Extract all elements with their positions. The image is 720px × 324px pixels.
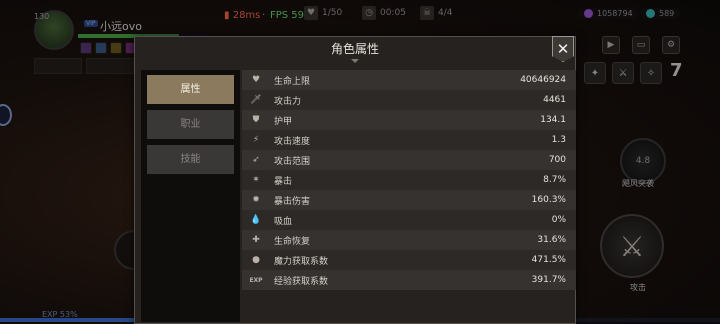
stat-name: 暴击 [274, 176, 293, 187]
range-icon: ➶ [252, 155, 260, 165]
stat-value: 134.1 [540, 115, 566, 125]
tab-skills[interactable]: 技能 [147, 145, 234, 174]
crit-damage-icon: ✹ [252, 195, 260, 205]
stat-name: 攻击力 [274, 96, 302, 107]
regen-icon: ✚ [252, 235, 260, 245]
stat-row: EXP 经验获取系数 391.7% [242, 270, 576, 290]
stat-row: ✚ 生命恢复 31.6% [242, 230, 576, 250]
magic-orb-icon: ● [252, 255, 260, 265]
shield-icon: ⛊ [252, 115, 260, 125]
dialog-title: 角色属性 [330, 42, 379, 56]
stat-row: ♥ 生命上限 40646924 [242, 70, 576, 90]
stat-value: 160.3% [531, 195, 566, 205]
close-icon: ✕ [556, 40, 570, 58]
stats-list[interactable]: ♥ 生命上限 40646924 🗡 攻击力 4461 ⛊ 护甲 134.1 ⚡ 攻击速度 1.3 ➶ 攻击… [242, 70, 576, 324]
stat-row: ✹ 暴击伤害 160.3% [242, 190, 576, 210]
tab-list: 属性 职业 技能 [141, 70, 240, 322]
title-ornament [351, 59, 359, 63]
stat-row: ⛊ 护甲 134.1 [242, 110, 576, 130]
stat-name: 暴击伤害 [274, 196, 311, 207]
stat-row: 🗡 攻击力 4461 [242, 90, 576, 110]
exp-icon: EXP [249, 276, 263, 284]
stat-value: 40646924 [520, 75, 566, 85]
tab-attributes[interactable]: 属性 [147, 75, 234, 104]
sword-icon: 🗡 [250, 95, 262, 105]
stat-row: ⚡ 攻击速度 1.3 [242, 130, 576, 150]
stat-value: 8.7% [543, 175, 566, 185]
dialog-header: 角色属性 [135, 37, 575, 63]
stat-row: 💧 吸血 0% [242, 210, 576, 230]
stat-value: 4461 [543, 95, 566, 105]
crit-icon: ✶ [252, 175, 260, 185]
stat-value: 1.3 [551, 135, 566, 145]
stat-name: 生命上限 [274, 76, 311, 87]
stat-value: 700 [548, 155, 566, 165]
stat-value: 391.7% [531, 275, 566, 285]
speed-icon: ⚡ [252, 135, 260, 145]
stat-value: 31.6% [537, 235, 566, 245]
stat-name: 攻击范围 [274, 156, 311, 167]
stat-name: 护甲 [274, 116, 293, 127]
stat-row: ➶ 攻击范围 700 [242, 150, 576, 170]
tab-class[interactable]: 职业 [147, 110, 234, 139]
stat-row: ● 魔力获取系数 471.5% [242, 250, 576, 270]
stat-name: 生命恢复 [274, 236, 311, 247]
stat-name: 攻击速度 [274, 136, 311, 147]
stat-value: 0% [551, 215, 566, 225]
stat-row: ✶ 暴击 8.7% [242, 170, 576, 190]
stat-name: 魔力获取系数 [274, 256, 329, 267]
lifesteal-icon: 💧 [250, 215, 262, 225]
heart-icon: ♥ [251, 75, 261, 85]
stat-name: 吸血 [274, 216, 293, 227]
stat-value: 471.5% [531, 255, 566, 265]
stat-name: 经验获取系数 [274, 276, 329, 287]
